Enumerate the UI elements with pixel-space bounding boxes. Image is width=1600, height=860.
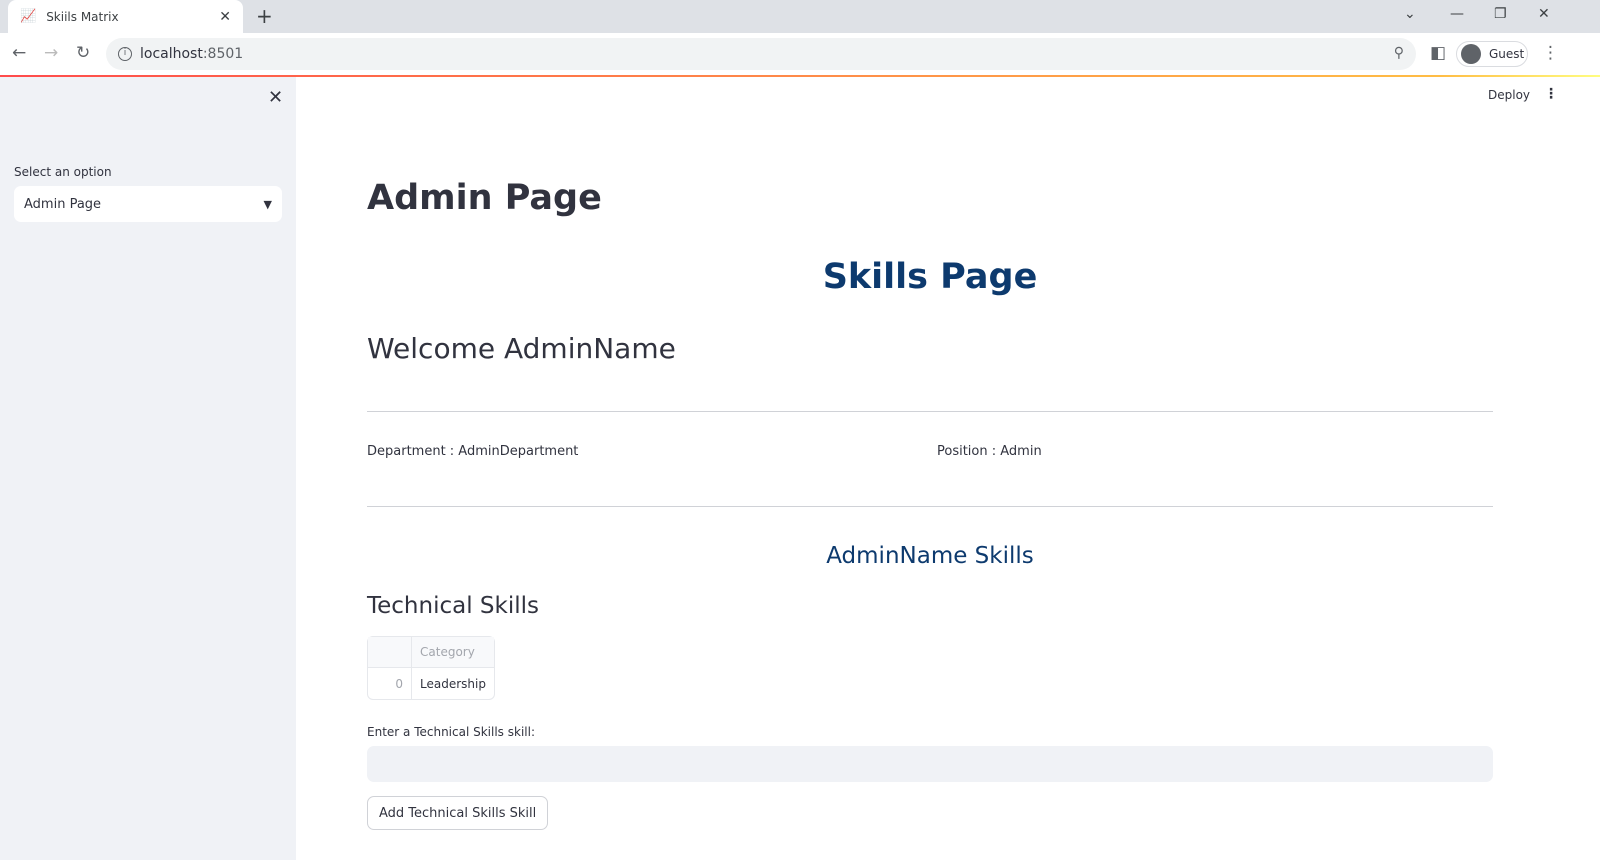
column-header: Category [412, 637, 494, 668]
back-icon[interactable]: ← [12, 43, 26, 63]
page-select[interactable]: Admin Page ▼ [14, 186, 282, 222]
skills-heading: AdminName Skills [826, 543, 1034, 569]
category-cell[interactable]: Leadership [412, 668, 494, 699]
url-input[interactable]: i localhost:8501 ⚲ [106, 38, 1416, 70]
page-subtitle: Skills Page [822, 257, 1038, 297]
tab-bar: 📈 Skiils Matrix ✕ + ⌄ — ❐ ✕ [0, 0, 1600, 33]
new-tab-icon[interactable]: + [256, 4, 273, 28]
skills-table[interactable]: Category 0 Leadership [367, 636, 495, 700]
table-row: 0 Leadership [368, 668, 494, 699]
skill-input-label: Enter a Technical Skills skill: [367, 725, 535, 739]
row-index: 0 [368, 668, 412, 699]
index-header [368, 637, 412, 668]
sidebar: ✕ Select an option Admin Page ▼ [0, 77, 296, 860]
tab-search-icon[interactable]: ⌄ [1404, 6, 1416, 22]
department-text: Department : AdminDepartment [367, 444, 579, 459]
url-host: localhost [140, 46, 203, 62]
browser-menu-icon[interactable]: ⋮ [1542, 43, 1559, 63]
reload-icon[interactable]: ↻ [76, 43, 90, 63]
close-tab-icon[interactable]: ✕ [219, 9, 231, 25]
skill-input[interactable] [367, 746, 1493, 782]
zoom-icon[interactable]: ⚲ [1394, 45, 1404, 61]
technical-skills-heading: Technical Skills [367, 593, 539, 619]
minimize-icon[interactable]: — [1450, 6, 1464, 22]
divider [367, 506, 1493, 507]
side-panel-icon[interactable]: ◧ [1430, 43, 1446, 63]
info-icon[interactable]: i [118, 47, 132, 61]
profile-button[interactable]: Guest [1456, 41, 1528, 67]
deploy-button[interactable]: Deploy [1488, 88, 1530, 102]
select-value: Admin Page [24, 196, 102, 212]
position-text: Position : Admin [937, 444, 1042, 459]
main-menu-icon[interactable]: ⋮ [1544, 86, 1558, 102]
close-window-icon[interactable]: ✕ [1538, 6, 1550, 22]
chart-favicon-icon: 📈 [20, 9, 37, 24]
avatar-icon [1461, 44, 1481, 64]
table-header-row: Category [368, 637, 494, 668]
welcome-heading: Welcome AdminName [367, 332, 676, 365]
url-port: :8501 [202, 46, 244, 62]
page-title: Admin Page [367, 178, 602, 218]
forward-icon[interactable]: → [44, 43, 58, 63]
chevron-down-icon: ▼ [263, 197, 272, 211]
add-skill-button[interactable]: Add Technical Skills Skill [367, 796, 549, 830]
profile-label: Guest [1489, 47, 1525, 61]
restore-icon[interactable]: ❐ [1494, 6, 1507, 22]
browser-tab[interactable]: 📈 Skiils Matrix ✕ [8, 0, 243, 33]
select-label: Select an option [14, 165, 112, 179]
tab-title: Skiils Matrix [46, 9, 119, 24]
close-sidebar-icon[interactable]: ✕ [268, 87, 283, 108]
divider [367, 411, 1493, 412]
